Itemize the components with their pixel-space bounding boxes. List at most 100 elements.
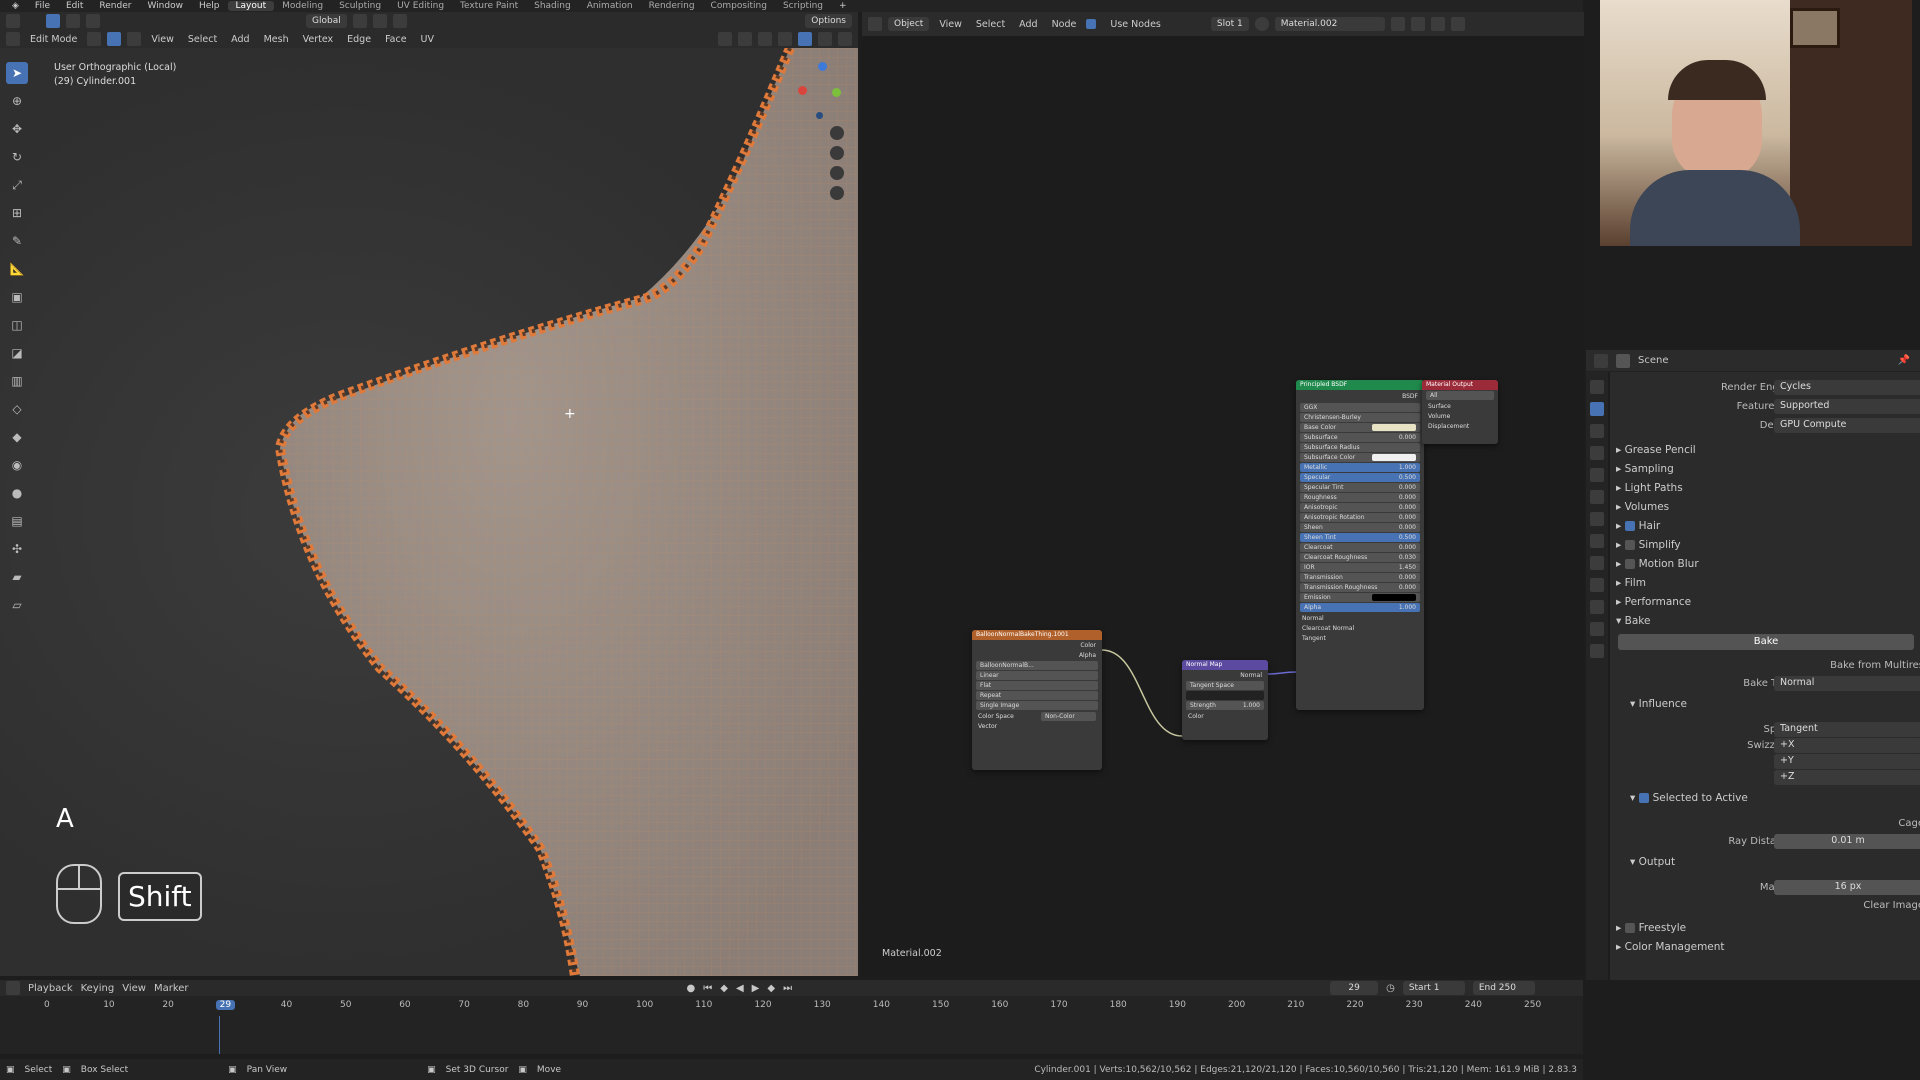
view-layer-tab-icon[interactable]: [1590, 446, 1604, 460]
select-mode-icon[interactable]: [46, 14, 60, 28]
play-reverse-icon[interactable]: ◀: [736, 983, 744, 994]
bsdf-input-18[interactable]: Alpha 1.000: [1300, 603, 1420, 612]
extrude-tool-icon[interactable]: ▣: [6, 286, 28, 308]
move-tool-icon[interactable]: ✥: [6, 118, 28, 140]
bsdf-input-9[interactable]: Anisotropic Rotation 0.000: [1300, 513, 1420, 522]
rip-tool-icon[interactable]: ▱: [6, 594, 28, 616]
bsdf-input-0[interactable]: Base Color: [1300, 423, 1420, 432]
output-tab-icon[interactable]: [1590, 424, 1604, 438]
freestyle-checkbox[interactable]: [1624, 923, 1635, 933]
tool-tab-icon[interactable]: [1590, 380, 1604, 394]
panel-motion-blur[interactable]: ▸ Motion Blur: [1616, 558, 1699, 570]
jump-end-icon[interactable]: ⏭: [783, 983, 792, 994]
tab-uv-editing[interactable]: UV Editing: [389, 1, 452, 11]
color-swatch[interactable]: [1372, 454, 1416, 461]
image-name-field[interactable]: BalloonNormalB...: [976, 661, 1098, 670]
menu-vertex[interactable]: Vertex: [299, 34, 338, 45]
jump-start-icon[interactable]: ⏮: [703, 983, 712, 994]
render-tab-icon[interactable]: [1590, 402, 1604, 416]
bsdf-input-1[interactable]: Subsurface 0.000: [1300, 433, 1420, 442]
subsurface-method-dropdown[interactable]: Christensen-Burley: [1300, 413, 1420, 422]
panel-bake[interactable]: ▾ Bake: [1616, 615, 1650, 627]
gizmo-y-axis-icon[interactable]: [832, 88, 841, 97]
tab-rendering[interactable]: Rendering: [641, 1, 703, 11]
frame-ruler[interactable]: 0 10 20 29 40 50 60 70 80 90 100 110 120 130 140 150 160…: [0, 1000, 1583, 1016]
node-menu-view[interactable]: View: [935, 19, 966, 30]
bsdf-input-7[interactable]: Roughness 0.000: [1300, 493, 1420, 502]
panel-performance[interactable]: ▸ Performance: [1616, 596, 1691, 608]
panel-film[interactable]: ▸ Film: [1616, 577, 1646, 589]
subpanel-output[interactable]: ▾ Output: [1630, 856, 1675, 868]
hair-checkbox[interactable]: [1624, 521, 1635, 531]
camera-view-icon[interactable]: [830, 166, 844, 180]
menu-help[interactable]: Help: [191, 1, 228, 11]
node-menu-select[interactable]: Select: [972, 19, 1009, 30]
bake-type-dropdown[interactable]: Normal: [1774, 675, 1920, 691]
edge-slide-tool-icon[interactable]: ▤: [6, 510, 28, 532]
bsdf-input-20[interactable]: Clearcoat Normal: [1296, 623, 1424, 633]
world-tab-icon[interactable]: [1590, 490, 1604, 504]
material-tab-icon[interactable]: [1590, 644, 1604, 658]
panel-hair[interactable]: ▸ Hair: [1616, 520, 1660, 532]
node-menu-add[interactable]: Add: [1015, 19, 1041, 30]
gizmo-neg-z-icon[interactable]: [816, 112, 823, 119]
prev-keyframe-icon[interactable]: ◆: [720, 983, 728, 994]
shrink-fatten-tool-icon[interactable]: ✣: [6, 538, 28, 560]
swizzle-g-dropdown[interactable]: +Y: [1774, 753, 1920, 769]
rendered-shading-icon[interactable]: [838, 32, 852, 46]
transform-tool-icon[interactable]: ⊞: [6, 202, 28, 224]
playback-menu[interactable]: Playback: [28, 983, 73, 994]
duplicate-material-icon[interactable]: [1410, 17, 1425, 31]
distribution-dropdown[interactable]: GGX: [1300, 403, 1420, 412]
record-icon[interactable]: ●: [687, 983, 696, 994]
playhead[interactable]: [219, 1016, 220, 1054]
menu-window[interactable]: Window: [139, 1, 191, 11]
object-type-dropdown[interactable]: Object: [888, 17, 930, 31]
motion-blur-checkbox[interactable]: [1624, 559, 1635, 569]
bsdf-input-12[interactable]: Clearcoat 0.000: [1300, 543, 1420, 552]
measure-tool-icon[interactable]: 📐: [6, 258, 28, 280]
knife-tool-icon[interactable]: ◇: [6, 398, 28, 420]
editor-type-icon[interactable]: [6, 981, 20, 995]
bsdf-input-17[interactable]: Emission: [1300, 593, 1420, 602]
select-tool-icon[interactable]: ➤: [6, 62, 28, 84]
particles-tab-icon[interactable]: [1590, 556, 1604, 570]
simplify-checkbox[interactable]: [1624, 540, 1635, 550]
modifier-tab-icon[interactable]: [1590, 534, 1604, 548]
swizzle-r-dropdown[interactable]: +X: [1774, 737, 1920, 753]
ray-distance-field[interactable]: 0.01 m: [1774, 833, 1920, 849]
rotate-tool-icon[interactable]: ↻: [6, 146, 28, 168]
device-dropdown[interactable]: GPU Compute: [1774, 417, 1920, 433]
navigation-gizmo[interactable]: [798, 62, 848, 122]
shear-tool-icon[interactable]: ▰: [6, 566, 28, 588]
select-extend-icon[interactable]: [86, 14, 100, 28]
options-dropdown[interactable]: Options: [805, 14, 852, 28]
swizzle-b-dropdown[interactable]: +Z: [1774, 769, 1920, 785]
panel-grease-pencil[interactable]: ▸ Grease Pencil: [1616, 444, 1696, 456]
menu-edge[interactable]: Edge: [343, 34, 375, 45]
space-dropdown[interactable]: Tangent: [1774, 721, 1920, 737]
material-output-node[interactable]: Material Output All Surface Volume Displ…: [1422, 380, 1498, 444]
selected-to-active-checkbox[interactable]: [1638, 793, 1649, 803]
gizmo-x-axis-icon[interactable]: [798, 86, 807, 95]
pin-icon[interactable]: [1450, 17, 1465, 31]
xray-icon[interactable]: [758, 32, 772, 46]
overlay-icon[interactable]: [718, 32, 732, 46]
smooth-tool-icon[interactable]: ●: [6, 482, 28, 504]
editor-type-icon[interactable]: [6, 32, 20, 46]
panel-simplify[interactable]: ▸ Simplify: [1616, 539, 1681, 551]
keying-menu[interactable]: Keying: [81, 983, 115, 994]
image-texture-node[interactable]: BalloonNormalBakeThing.1001 Color Alpha …: [972, 630, 1102, 770]
editor-type-icon[interactable]: [868, 17, 882, 31]
material-shading-icon[interactable]: [818, 32, 832, 46]
render-engine-dropdown[interactable]: Cycles: [1774, 379, 1920, 395]
menu-edit[interactable]: Edit: [58, 1, 91, 11]
data-tab-icon[interactable]: [1590, 622, 1604, 636]
pin-icon[interactable]: 📌: [1898, 355, 1910, 366]
principled-bsdf-node[interactable]: Principled BSDF BSDF GGX Christensen-Bur…: [1296, 380, 1424, 710]
color-space-dropdown[interactable]: Non-Color: [1041, 711, 1096, 721]
unlink-material-icon[interactable]: [1430, 17, 1445, 31]
physics-tab-icon[interactable]: [1590, 578, 1604, 592]
space-dropdown[interactable]: Tangent Space: [1186, 681, 1264, 690]
editor-type-icon[interactable]: [6, 14, 20, 28]
